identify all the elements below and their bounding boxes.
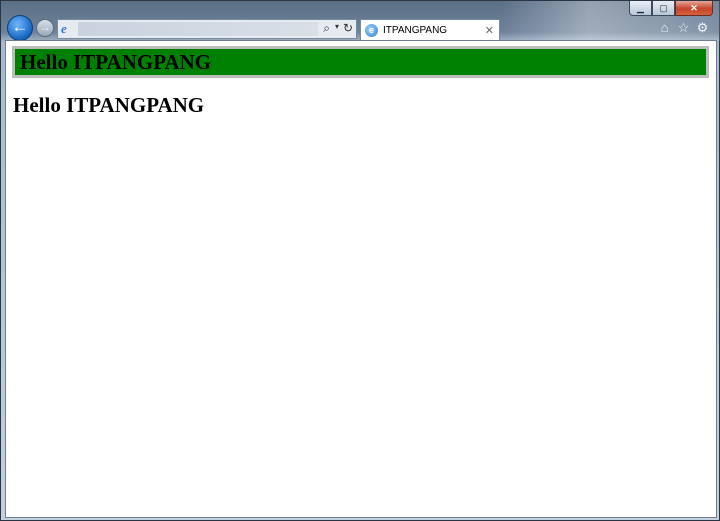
back-button[interactable]: ← [7,15,33,41]
page-content: Hello ITPANGPANG Hello ITPANGPANG [5,40,717,518]
maximize-button[interactable]: ▢ [652,1,675,16]
ie-page-icon: e [365,23,378,37]
chevron-down-icon[interactable]: ▾ [335,22,339,31]
minimize-button[interactable]: ▁ [629,1,652,16]
green-banner: Hello ITPANGPANG [12,46,709,78]
search-icon[interactable]: ⌕ [323,21,330,36]
refresh-icon[interactable]: ↻ [343,21,353,35]
browser-window: ▁ ▢ ✕ ← → e ⌕ ▾ ↻ e ITPANGPANG ✕ ⌂ ☆ ⚙ H… [0,0,720,521]
browser-toolbar: ⌂ ☆ ⚙ [657,20,710,36]
tab-title: ITPANGPANG [383,24,448,36]
address-url[interactable] [78,22,318,36]
close-tab-icon[interactable]: ✕ [485,24,494,37]
home-icon[interactable]: ⌂ [657,20,672,36]
ie-icon: e [61,21,67,36]
close-window-button[interactable]: ✕ [675,1,713,16]
tab-itpangpang[interactable]: e ITPANGPANG ✕ [360,19,500,40]
favorites-icon[interactable]: ☆ [676,20,691,36]
address-bar[interactable]: e ⌕ ▾ ↻ [57,19,357,39]
gear-icon[interactable]: ⚙ [695,20,710,36]
caption-buttons: ▁ ▢ ✕ [629,1,713,16]
page-heading: Hello ITPANGPANG [13,93,205,117]
banner-heading: Hello ITPANGPANG [20,50,212,74]
forward-button[interactable]: → [36,19,54,37]
